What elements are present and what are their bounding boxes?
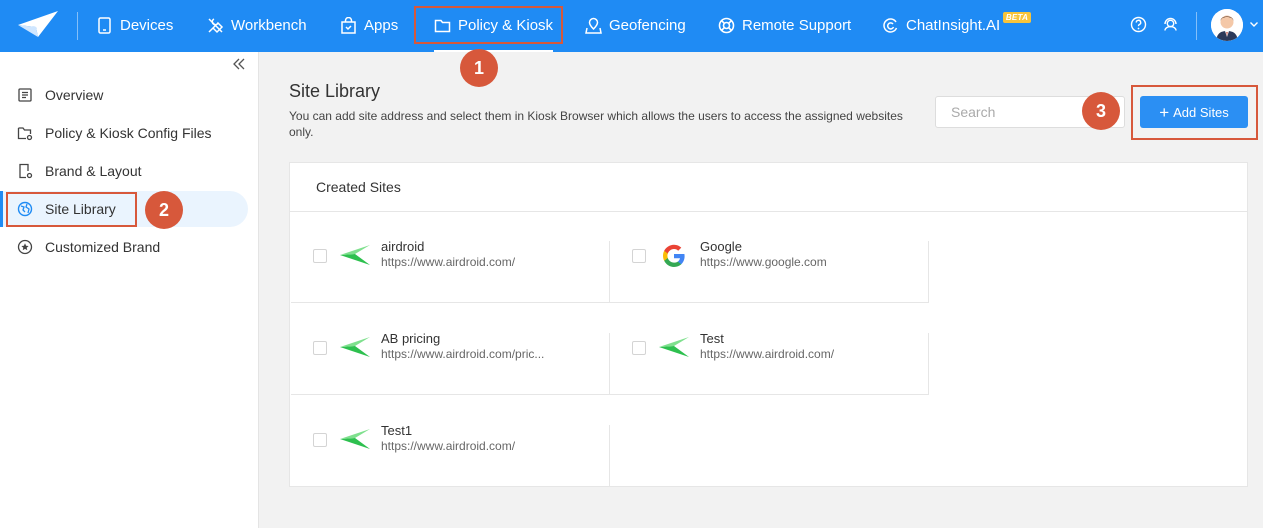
site-name: AB pricing <box>381 331 441 346</box>
site-url: https://www.airdroid.com/ <box>700 347 835 361</box>
nav-devices[interactable]: Devices <box>96 0 173 50</box>
annotation-badge-2: 2 <box>145 191 183 229</box>
nav-chatinsight-label: ChatInsight.AI <box>906 16 1001 34</box>
site-checkbox[interactable] <box>313 433 327 447</box>
beta-badge: BETA <box>1002 12 1032 23</box>
google-icon <box>663 244 685 267</box>
sidebar-item-label: Brand & Layout <box>45 163 142 179</box>
nav-chatinsight[interactable]: ChatInsight.AI BETA <box>882 0 1032 50</box>
site-url: https://www.airdroid.com/pric... <box>381 347 545 361</box>
sidebar-item-label: Site Library <box>45 201 116 217</box>
star-circle-icon <box>17 239 33 255</box>
sidebar: Overview Policy & Kiosk Config Files Bra… <box>0 52 259 528</box>
site-item[interactable]: AB pricing https://www.airdroid.com/pric… <box>291 318 610 395</box>
user-avatar[interactable] <box>1211 9 1243 41</box>
nav-remote-support[interactable]: Remote Support <box>718 0 851 50</box>
sidebar-item-label: Policy & Kiosk Config Files <box>45 125 212 141</box>
nav-remote-support-label: Remote Support <box>742 16 852 34</box>
sidebar-item-label: Overview <box>45 87 104 103</box>
site-checkbox[interactable] <box>313 249 327 263</box>
site-divider <box>928 333 929 395</box>
support-agent-icon[interactable] <box>1162 16 1179 33</box>
site-name: Test <box>700 331 724 346</box>
help-icon[interactable] <box>1130 16 1147 33</box>
airdroid-logo-icon[interactable] <box>16 9 60 39</box>
airdroid-icon <box>340 245 370 265</box>
sidebar-item-site-library[interactable]: Site Library <box>0 191 248 227</box>
lifebuoy-icon <box>718 17 735 33</box>
collapse-sidebar-icon[interactable] <box>232 57 246 71</box>
plus-icon: + <box>1159 102 1170 122</box>
nav-separator <box>77 12 78 40</box>
top-navigation-bar: Devices Workbench Apps Policy & Kiosk Ge… <box>0 0 1263 52</box>
tablet-icon <box>98 16 111 34</box>
site-item[interactable]: Google https://www.google.com <box>610 226 929 303</box>
app-bag-icon <box>341 16 356 34</box>
site-divider <box>928 241 929 303</box>
created-sites-panel: Created Sites airdroid https://www.airdr… <box>289 162 1248 487</box>
add-sites-button[interactable]: + Add Sites <box>1140 96 1248 128</box>
nav-workbench[interactable]: Workbench <box>207 0 307 50</box>
site-url: https://www.airdroid.com/ <box>381 439 516 453</box>
folder-gear-icon <box>17 127 33 141</box>
nav-geofencing-label: Geofencing <box>609 16 686 34</box>
nav-geofencing[interactable]: Geofencing <box>585 0 686 50</box>
page-title: Site Library <box>289 81 381 101</box>
user-avatar-icon <box>1211 9 1243 41</box>
nav-workbench-label: Workbench <box>231 16 307 34</box>
page-description: You can add site address and select them… <box>289 109 903 139</box>
site-checkbox[interactable] <box>313 341 327 355</box>
folder-icon <box>434 19 451 32</box>
phone-gear-icon <box>19 163 33 179</box>
site-url: https://www.airdroid.com/ <box>381 255 516 269</box>
map-pin-icon <box>585 17 602 34</box>
card-divider <box>290 211 1247 212</box>
site-name: airdroid <box>381 239 425 254</box>
nav-devices-label: Devices <box>120 16 174 34</box>
site-item[interactable]: Test1 https://www.airdroid.com/ <box>291 410 610 487</box>
airdroid-icon <box>659 337 689 357</box>
annotation-badge-1: 1 <box>460 49 498 87</box>
annotation-badge-3: 3 <box>1082 92 1120 130</box>
nav-separator-right <box>1196 12 1197 40</box>
globe-icon <box>17 201 33 217</box>
card-title: Created Sites <box>316 179 401 195</box>
nav-apps[interactable]: Apps <box>340 0 398 50</box>
sidebar-item-brand-layout[interactable]: Brand & Layout <box>0 153 248 189</box>
list-icon <box>18 88 32 102</box>
chevron-down-icon[interactable] <box>1249 19 1259 29</box>
site-name: Test1 <box>381 423 413 438</box>
nav-policy-kiosk-label: Policy & Kiosk <box>458 16 554 34</box>
chat-ai-icon <box>883 17 898 33</box>
nav-apps-label: Apps <box>364 16 399 34</box>
site-divider <box>609 425 610 487</box>
airdroid-icon <box>340 429 370 449</box>
site-checkbox[interactable] <box>632 249 646 263</box>
site-name: Google <box>700 239 742 254</box>
site-item[interactable]: Test https://www.airdroid.com/ <box>610 318 929 395</box>
tools-icon <box>208 17 224 33</box>
airdroid-icon <box>340 337 370 357</box>
site-item[interactable]: airdroid https://www.airdroid.com/ <box>291 226 610 303</box>
add-sites-label: Add Sites <box>1173 104 1229 120</box>
sidebar-item-customized-brand[interactable]: Customized Brand <box>0 229 248 265</box>
nav-policy-kiosk[interactable]: Policy & Kiosk <box>434 0 554 52</box>
sidebar-item-policy-config[interactable]: Policy & Kiosk Config Files <box>0 115 248 151</box>
site-checkbox[interactable] <box>632 341 646 355</box>
site-url: https://www.google.com <box>700 255 827 269</box>
sidebar-item-label: Customized Brand <box>45 239 161 255</box>
sidebar-item-overview[interactable]: Overview <box>0 77 248 113</box>
